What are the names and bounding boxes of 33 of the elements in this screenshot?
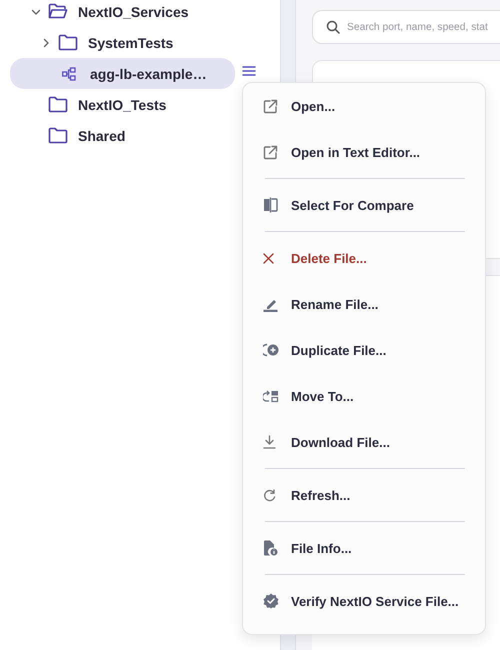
refresh-icon xyxy=(263,488,276,502)
menu-item[interactable]: Download File... xyxy=(243,419,485,465)
folder-icon xyxy=(58,34,78,51)
compare-icon xyxy=(263,197,278,213)
menu-item[interactable]: Open in Text Editor... xyxy=(243,129,485,175)
move-icon xyxy=(263,390,279,402)
verified-badge-icon xyxy=(263,593,279,609)
menu-item[interactable]: Duplicate File... xyxy=(243,327,485,373)
external-link-icon xyxy=(263,98,278,114)
menu-icon[interactable] xyxy=(242,66,256,76)
folder-icon xyxy=(48,3,68,20)
search-field[interactable]: Search port, name, speed, stat xyxy=(312,10,500,44)
tree-item[interactable]: NextIO_Services xyxy=(10,0,235,27)
menu-item[interactable]: Open... xyxy=(243,83,485,129)
menu-item[interactable]: Rename File... xyxy=(243,281,485,327)
tree-item[interactable]: agg-lb-example… xyxy=(10,58,235,89)
file-info-icon xyxy=(263,540,278,556)
tree-item[interactable]: SystemTests xyxy=(10,27,235,58)
download-icon xyxy=(263,435,276,449)
external-link-icon xyxy=(263,144,278,160)
menu-item[interactable]: Refresh... xyxy=(243,472,485,518)
close-icon xyxy=(263,252,274,264)
menu-item[interactable]: Select For Compare xyxy=(243,182,485,228)
menu-item[interactable]: Delete File... xyxy=(243,235,485,281)
folder-icon xyxy=(48,127,68,144)
tree-item[interactable]: Shared xyxy=(10,120,235,151)
tree-item[interactable]: NextIO_Tests xyxy=(10,89,235,120)
folder-icon xyxy=(48,96,68,113)
diagram-icon xyxy=(62,66,76,80)
menu-item[interactable]: Verify NextIO Service File... xyxy=(243,578,485,624)
duplicate-icon xyxy=(263,343,279,357)
menu-item[interactable]: Move To... xyxy=(243,373,485,419)
menu-item[interactable]: File Info... xyxy=(243,525,485,571)
